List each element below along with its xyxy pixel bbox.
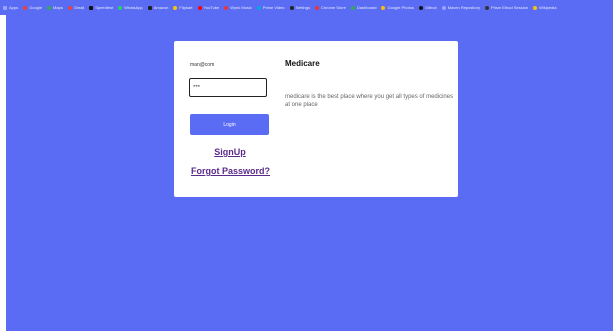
bookmark-label: Wikipedia (539, 5, 557, 10)
bookmark-item[interactable]: Google (23, 5, 42, 10)
bookmark-label: WhatsApp (124, 5, 143, 10)
gear-icon (289, 5, 294, 10)
bookmark-label: Google (29, 5, 43, 10)
chrome-store-icon (314, 5, 319, 10)
amazon-icon (147, 5, 152, 10)
bookmark-item[interactable]: YouTube (197, 5, 220, 10)
bookmark-item[interactable]: Prime Video (256, 5, 285, 10)
login-card: man@com Login SignUp Forgot Password? Me… (174, 41, 458, 197)
password-input[interactable] (189, 78, 267, 97)
bookmark-item[interactable]: Wikipedia (533, 5, 556, 10)
bookmark-label: Wynk Music (230, 5, 252, 10)
bookmark-label: Gmail (73, 5, 85, 10)
bookmark-item[interactable]: Flipkart (173, 5, 193, 10)
bookmark-item[interactable]: Maven Repository (441, 5, 480, 10)
grid-icon (3, 5, 7, 10)
bookmark-label: Prime Video (262, 5, 285, 10)
bookmark-label: Github (424, 5, 437, 10)
github-icon (418, 5, 423, 10)
wynk-icon (224, 5, 229, 10)
bookmark-label: Speedtest (95, 5, 114, 10)
youtube-icon (197, 5, 202, 10)
bookmark-item[interactable]: Chrome Store (314, 5, 346, 10)
bookmark-item[interactable]: Settings (289, 5, 310, 10)
whatsapp-icon (118, 5, 123, 10)
photos-icon (381, 5, 386, 10)
username-label: man@com (190, 62, 215, 68)
maven-icon (441, 5, 446, 10)
bookmark-item[interactable]: Dashboard (350, 5, 377, 10)
wikipedia-icon (533, 5, 538, 10)
bookmark-label: Google Photos (387, 5, 414, 10)
bookmark-item[interactable]: Amazon (147, 5, 169, 10)
bookmark-label: Maps (53, 5, 63, 10)
forgot-password-link[interactable]: Forgot Password? (183, 166, 278, 176)
bookmark-label: YouTube (203, 5, 220, 10)
login-button[interactable]: Login (190, 114, 269, 135)
page-background: man@com Login SignUp Forgot Password? Me… (6, 15, 613, 331)
bookmark-item[interactable]: Google Photos (381, 5, 414, 10)
bookmark-item[interactable]: Speedtest (89, 5, 113, 10)
signup-link[interactable]: SignUp (190, 147, 270, 157)
bookmark-item[interactable]: Maps (47, 5, 63, 10)
bookmark-item[interactable]: Github (418, 5, 437, 10)
globe-icon (484, 5, 489, 10)
bookmark-label: Apps (9, 5, 19, 10)
bookmark-label: Maven Repository (447, 5, 480, 10)
maps-icon (47, 5, 52, 10)
bookmark-item[interactable]: Apps (3, 5, 18, 10)
bookmark-label: Dashboard (356, 5, 377, 10)
bookmark-label: Amazon (153, 5, 169, 10)
bookmarks-bar: Apps Google Maps Gmail Speedtest WhatsApp Amaz… (0, 0, 613, 15)
google-icon (23, 5, 28, 10)
bookmark-item[interactable]: Prism Ethod Session (484, 5, 529, 10)
flipkart-icon (173, 5, 178, 10)
gmail-icon (67, 5, 72, 10)
bookmark-label: Settings (295, 5, 310, 10)
bookmark-label: Prism Ethod Session (490, 5, 529, 10)
prime-video-icon (256, 5, 261, 10)
bookmark-item[interactable]: WhatsApp (118, 5, 143, 10)
page-title: Medicare (285, 59, 320, 68)
bookmark-label: Flipkart (179, 5, 193, 10)
speedtest-icon (89, 5, 94, 10)
bookmark-item[interactable]: Gmail (67, 5, 85, 10)
description-text: medicare is the best place where you get… (285, 94, 454, 108)
bookmark-item[interactable]: Wynk Music (224, 5, 252, 10)
dashboard-icon (350, 5, 355, 10)
bookmark-label: Chrome Store (320, 5, 346, 10)
